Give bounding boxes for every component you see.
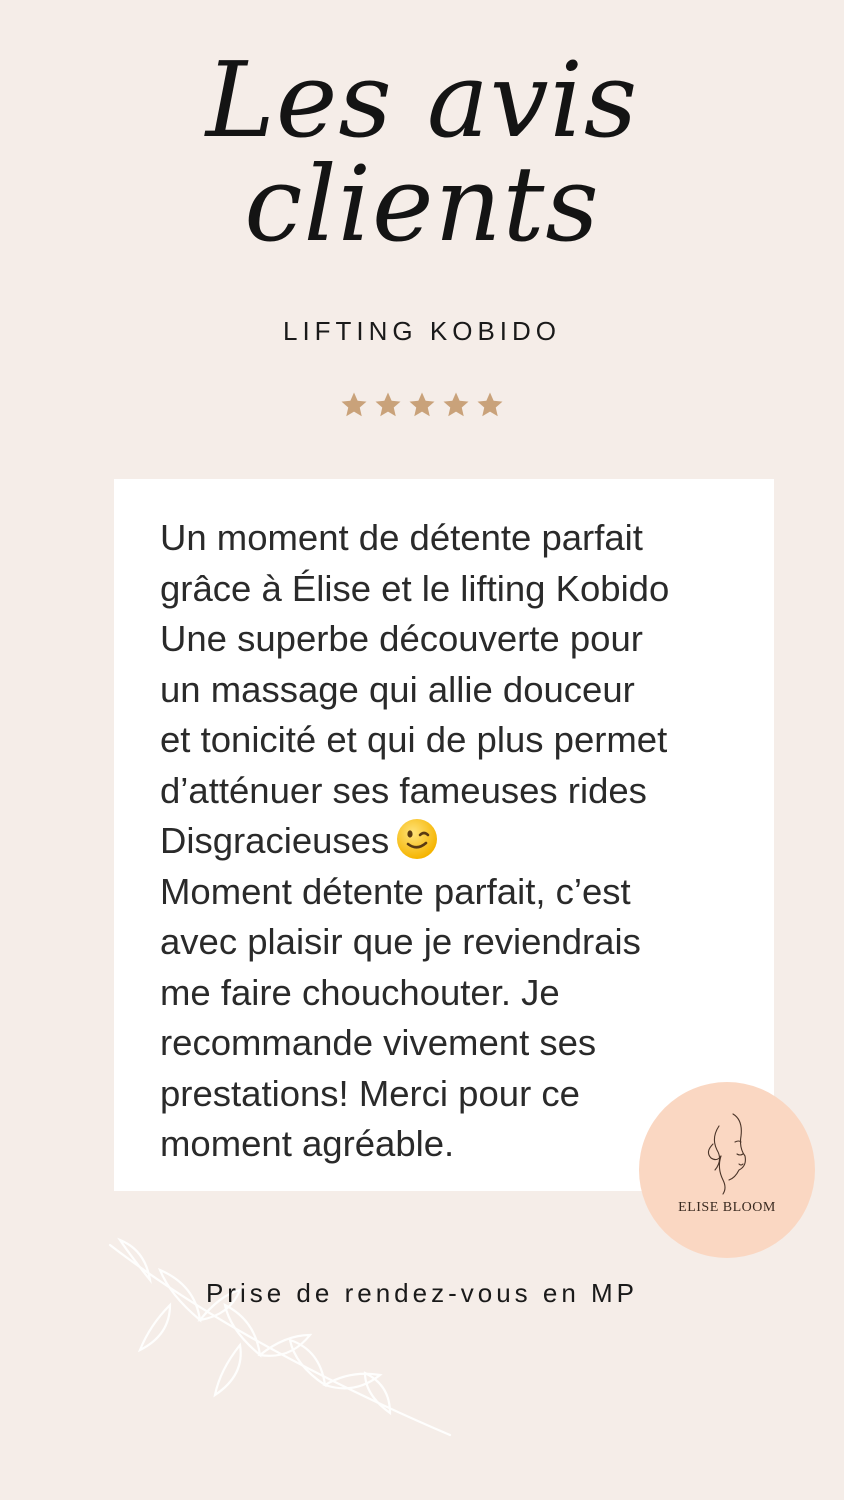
page-title: Les avis clients: [0, 48, 844, 256]
star-icon: [341, 392, 367, 417]
review-line: d’atténuer ses fameuses rides: [160, 769, 647, 811]
review-line: Disgracieuses: [160, 820, 390, 861]
review-card: Un moment de détente parfait grâce à Éli…: [114, 479, 774, 1191]
logo-wordmark: ELISE BLOOM: [678, 1200, 776, 1215]
review-line: Une superbe découverte pour: [160, 618, 643, 659]
review-line: et tonicité et qui de plus permet: [160, 719, 668, 760]
leaf-branch-decoration: [108, 1237, 452, 1437]
review-line: recommande vivement ses: [160, 1022, 597, 1063]
elise-bloom-logo: ELISE BLOOM: [639, 1082, 815, 1258]
title-line-1: Les avis: [205, 39, 639, 161]
star-icon: [375, 392, 401, 417]
appointment-footer: Prise de rendez-vous en MP: [205, 1278, 639, 1308]
winking-face-icon: [397, 819, 438, 859]
review-line: avec plaisir que je reviendrais: [160, 921, 641, 962]
service-subtitle: LIFTING KOBIDO: [282, 316, 562, 346]
review-text: Un moment de détente parfait grâce à Éli…: [160, 513, 750, 1170]
star-rating: [0, 390, 844, 420]
review-line: Un moment de détente parfait: [160, 517, 643, 558]
star-icon: [477, 392, 503, 417]
review-line-with-emoji: Disgracieuses: [160, 816, 750, 867]
review-line: Moment détente parfait, c’est: [160, 870, 631, 912]
face-line-art-icon: [707, 1113, 746, 1195]
review-line: grâce à Élise et le lifting Kobido: [160, 567, 670, 609]
review-line: me faire chouchouter. Je: [160, 971, 560, 1013]
star-icon: [409, 392, 435, 417]
title-line-2: clients: [244, 143, 600, 265]
review-line: un massage qui allie douceur: [160, 668, 635, 710]
star-icon: [443, 392, 469, 417]
